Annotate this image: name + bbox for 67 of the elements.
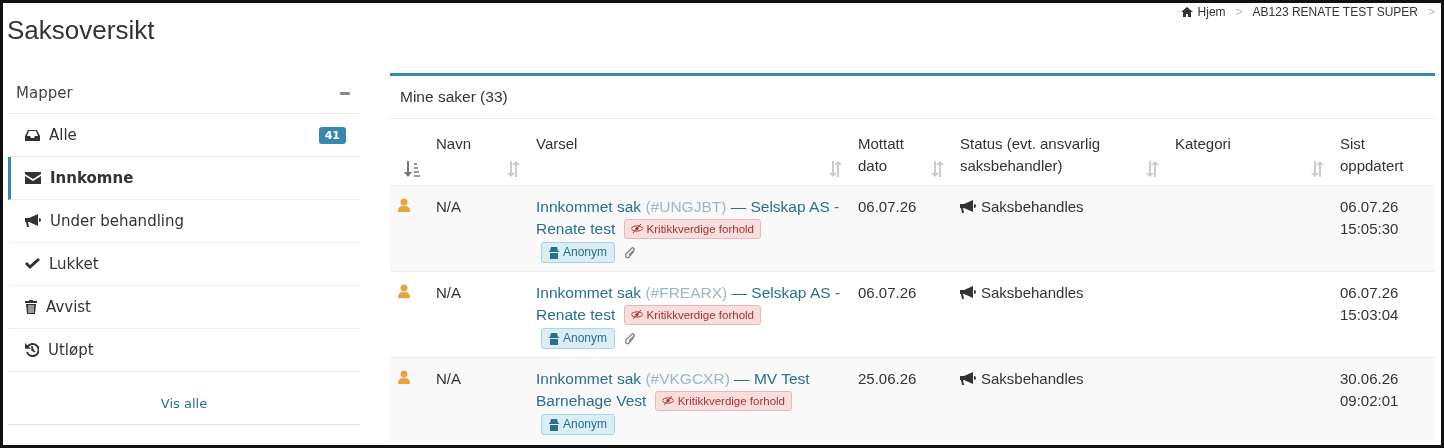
sort-icon[interactable] xyxy=(930,161,944,177)
sort-icon[interactable] xyxy=(1310,161,1324,177)
home-link[interactable]: Hjem xyxy=(1180,5,1226,19)
show-all-link[interactable]: Vis alle xyxy=(8,396,360,411)
date-cell: 06.07.26 xyxy=(850,271,952,358)
trash-icon xyxy=(25,300,37,314)
sort-descending-icon[interactable] xyxy=(404,161,420,177)
anonymous-tag: Anonym xyxy=(541,414,616,435)
sort-icon[interactable] xyxy=(1145,161,1159,177)
breadcrumb-link[interactable]: AB123 RENATE TEST SUPER xyxy=(1252,5,1418,19)
date-cell: 25.06.26 xyxy=(850,357,952,443)
page-title: Saksoversikt xyxy=(7,15,155,46)
check-icon xyxy=(25,258,40,270)
megaphone-icon xyxy=(960,286,976,300)
eye-slash-icon xyxy=(630,310,643,319)
flag-tag: Kritikkverdige forhold xyxy=(623,218,761,239)
case-link[interactable]: Innkommet sak (#FREARX) — Selskap AS - Renate test Kritikkverdige forhold xyxy=(536,282,842,326)
status-label: Saksbehandles xyxy=(960,196,1159,218)
megaphone-icon xyxy=(25,214,41,228)
flag-tag: Kritikkverdige forhold xyxy=(623,304,761,325)
column-header: Status (evt. ansvarlig saksbehandler) xyxy=(960,134,1102,176)
folder-item[interactable]: Innkomne xyxy=(8,157,360,200)
name-cell: N/A xyxy=(428,185,528,272)
person-icon xyxy=(398,370,410,384)
person-icon xyxy=(398,198,410,212)
column-header: Mottatt dato xyxy=(858,134,905,176)
folders-heading: Mapper xyxy=(16,84,73,102)
folder-item[interactable]: Under behandling xyxy=(8,200,360,243)
name-cell: N/A xyxy=(428,271,528,358)
updated-cell: 06.07.26 15:05:30 xyxy=(1332,185,1435,272)
eye-slash-icon xyxy=(661,396,674,405)
status-label: Saksbehandles xyxy=(960,368,1159,390)
name-cell: N/A xyxy=(428,357,528,443)
column-header: Kategori xyxy=(1175,134,1232,154)
count-badge: 41 xyxy=(318,126,346,144)
history-icon xyxy=(25,343,39,357)
anonymous-tag: Anonym xyxy=(541,328,616,349)
inbox-icon xyxy=(25,128,40,142)
megaphone-icon xyxy=(960,372,976,386)
home-icon xyxy=(1180,7,1193,17)
column-header: Sist oppdatert xyxy=(1340,134,1405,176)
folder-item[interactable]: Utløpt xyxy=(8,329,360,372)
anonymous-tag: Anonym xyxy=(541,242,616,263)
status-label: Saksbehandles xyxy=(960,282,1159,304)
collapse-icon[interactable] xyxy=(340,91,350,95)
sort-icon[interactable] xyxy=(828,161,842,177)
incognito-icon xyxy=(549,418,559,431)
panel-title: Mine saker (33) xyxy=(390,76,1435,119)
incognito-icon xyxy=(549,246,559,259)
case-link[interactable]: Innkommet sak (#UNGJBT) — Selskap AS - Renate test Kritikkverdige forhold xyxy=(536,196,842,240)
megaphone-icon xyxy=(960,200,976,214)
sort-icon[interactable] xyxy=(506,161,520,177)
case-link[interactable]: Innkommet sak (#VKGCXR) — MV Test Barnehage Vest Kritikkverdige forhold xyxy=(536,368,842,412)
folder-item[interactable]: Lukket xyxy=(8,243,360,286)
date-cell: 06.07.26 xyxy=(850,185,952,272)
envelope-icon xyxy=(25,172,41,184)
eye-slash-icon xyxy=(630,224,643,233)
folder-item[interactable]: Avvist xyxy=(8,286,360,329)
flag-tag: Kritikkverdige forhold xyxy=(654,390,792,411)
person-icon xyxy=(398,284,410,298)
column-header: Varsel xyxy=(536,134,579,154)
updated-cell: 06.07.26 15:03:04 xyxy=(1332,271,1435,358)
breadcrumb-separator: > xyxy=(1235,5,1243,19)
breadcrumb-separator: > xyxy=(1428,5,1435,19)
column-header: Navn xyxy=(436,134,473,154)
incognito-icon xyxy=(549,332,559,345)
updated-cell: 30.06.26 09:02:01 xyxy=(1332,357,1435,443)
